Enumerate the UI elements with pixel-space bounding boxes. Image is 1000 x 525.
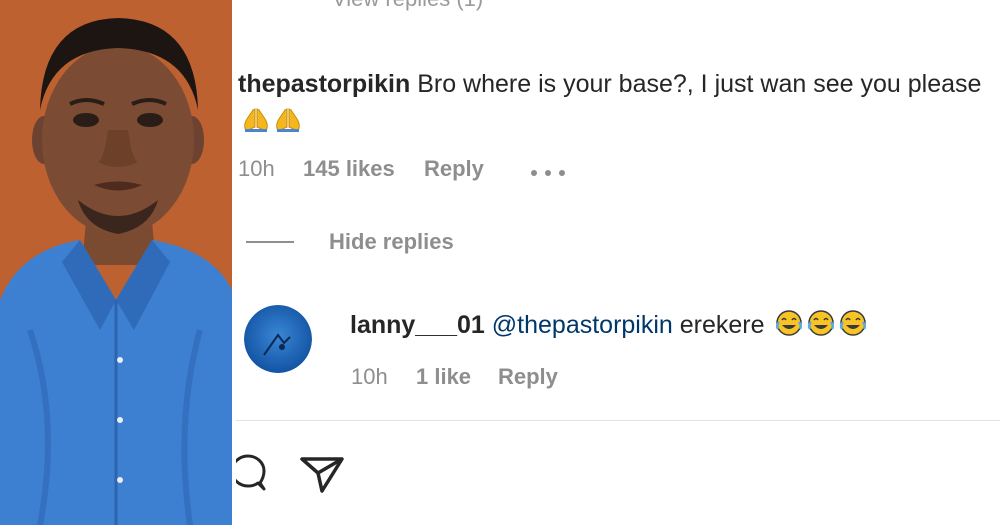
comment-reply-label: Reply [424, 156, 484, 181]
hide-replies-button[interactable]: Hide replies [329, 229, 454, 255]
more-options-icon[interactable] [530, 164, 566, 182]
reply-body: lanny___01 @thepastorpikin erekere [350, 309, 867, 340]
reply-avatar[interactable] [244, 305, 312, 373]
hide-replies-line [246, 241, 294, 243]
comment-text: Bro where is your base?, I just wan see … [417, 70, 982, 98]
comment-time: 10h [238, 156, 275, 181]
profile-photo [0, 0, 232, 525]
folded-hands-icon [274, 107, 302, 133]
folded-hands-icon [242, 107, 270, 133]
reply-text: erekere [679, 311, 765, 339]
comment-likes[interactable]: 145 likes [303, 156, 395, 182]
reply-likes[interactable]: 1 like [416, 364, 471, 390]
person-photo-illustration [0, 0, 232, 525]
tears-of-joy-icon [775, 309, 803, 336]
reply-reply-label: Reply [498, 364, 558, 389]
comment-icon[interactable] [236, 453, 266, 498]
comment-username[interactable]: thepastorpikin [238, 70, 410, 98]
reply-mention[interactable]: @thepastorpikin [492, 311, 673, 339]
comment-body: thepastorpikin Bro where is your base?, … [238, 66, 990, 140]
view-replies-link[interactable]: View replies (1) [332, 0, 483, 12]
comment-likes-label: 145 likes [303, 156, 395, 181]
reply-likes-label: 1 like [416, 364, 472, 389]
actions-separator [236, 420, 1000, 421]
tears-of-joy-icon [807, 309, 835, 336]
reply-username[interactable]: lanny___01 [350, 311, 485, 339]
reply-reply-button[interactable]: Reply [498, 364, 558, 390]
comments-panel: View replies (1) thepastorpikin Bro wher… [236, 0, 1000, 525]
reply-time: 10h [351, 364, 388, 389]
comment-reply-button[interactable]: Reply [424, 156, 484, 182]
share-icon[interactable] [298, 453, 346, 500]
tears-of-joy-icon [839, 309, 867, 336]
